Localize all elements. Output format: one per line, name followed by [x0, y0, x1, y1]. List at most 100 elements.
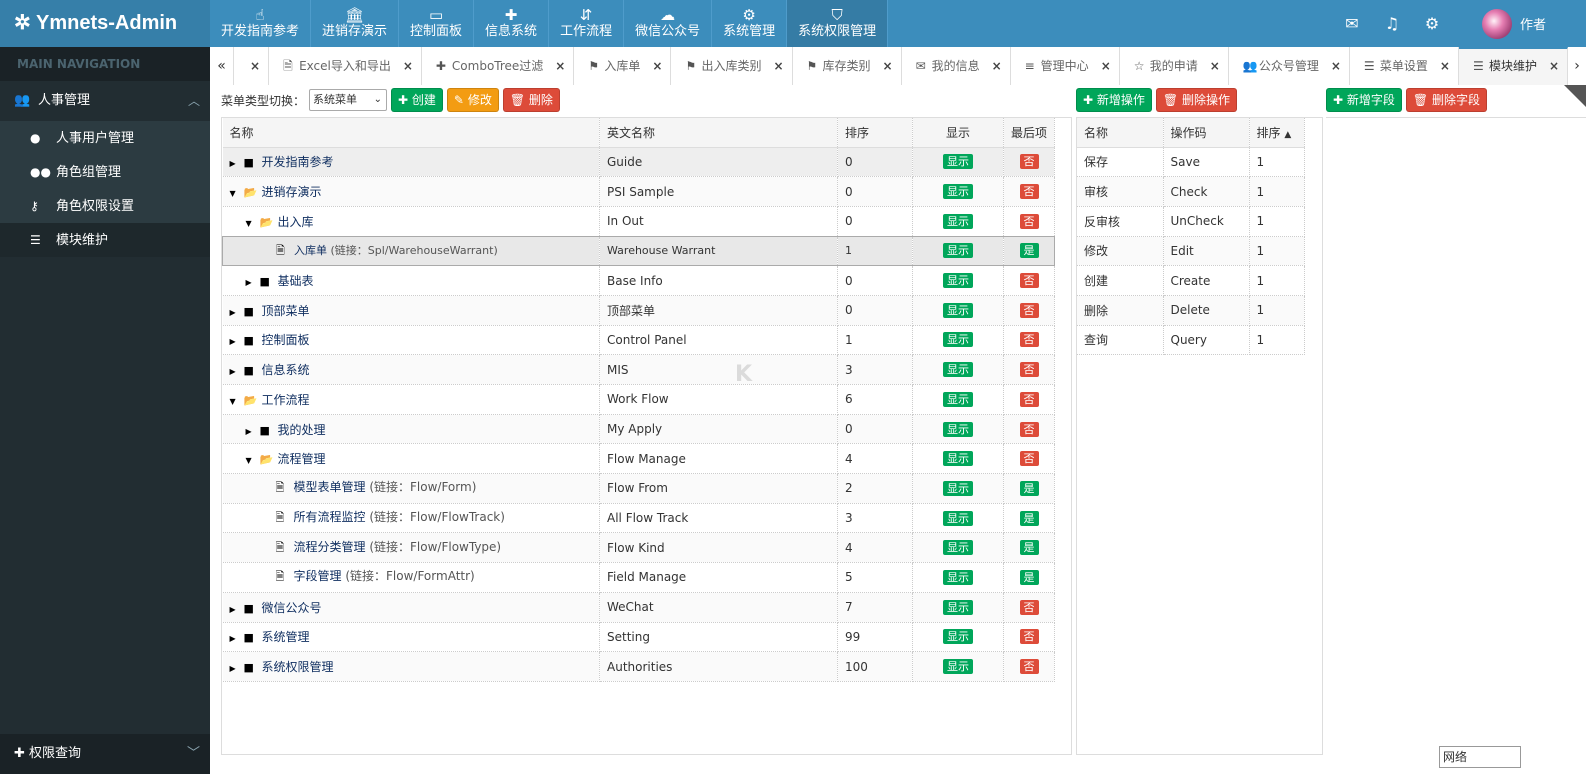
caret-right-icon[interactable]: ▶ [230, 367, 244, 376]
column-header-show[interactable]: 显示 [912, 118, 1004, 148]
table-row[interactable]: 创建 Create 1 [1077, 265, 1305, 296]
column-header-op-name[interactable]: 名称 [1077, 118, 1164, 148]
caret-right-icon[interactable]: ▶ [230, 634, 244, 643]
envelope-icon[interactable]: ✉ [1332, 14, 1372, 33]
bell-icon[interactable]: ♫ [1372, 14, 1412, 33]
close-icon[interactable]: × [1549, 49, 1559, 83]
caret-right-icon[interactable]: ▶ [230, 337, 244, 346]
column-header-name[interactable]: 名称 [222, 118, 600, 148]
close-icon[interactable]: × [992, 47, 1002, 85]
close-icon[interactable]: × [1440, 47, 1450, 85]
table-row[interactable]: 审核 Check 1 [1077, 176, 1305, 207]
tab-1[interactable]: 🗎 Excel导入和导出 × [269, 47, 422, 85]
tab-3[interactable]: ⚑ 入库单 × [574, 47, 672, 85]
close-icon[interactable]: × [555, 47, 565, 85]
tab-scroll-right-icon[interactable]: › [1568, 47, 1586, 85]
topnav-item-1[interactable]: 🏛 进销存演示 [311, 0, 400, 47]
caret-right-icon[interactable]: ▶ [246, 278, 260, 287]
table-row[interactable]: ▼ 📂 流程管理 Flow Manage 4 显示 否 [222, 443, 1055, 475]
table-row[interactable]: 🗎 字段管理 (链接：Flow/FormAttr) Field Manage 5 显示 是 [222, 562, 1055, 593]
close-icon[interactable]: × [883, 47, 893, 85]
add-operation-button[interactable]: ✚ 新增操作 [1076, 88, 1152, 112]
close-icon[interactable]: × [1210, 47, 1220, 85]
table-row[interactable]: ▶ ■ 信息系统 MIS 3 显示 否 [222, 354, 1055, 385]
sidebar-item-module-maintenance[interactable]: ☰ 模块维护 [0, 223, 210, 257]
sidebar-item-role-permissions[interactable]: ⚷ 角色权限设置 [0, 189, 210, 223]
create-button[interactable]: ✚ 创建 [391, 88, 443, 112]
caret-down-icon[interactable]: ▼ [230, 397, 244, 406]
close-icon[interactable]: × [1331, 47, 1341, 85]
delete-field-button[interactable]: 🗑 删除字段 [1405, 88, 1487, 112]
caret-right-icon[interactable]: ▶ [230, 159, 244, 168]
sidebar-group-hr[interactable]: 👥 人事管理 ︿ [0, 81, 210, 121]
column-header-op-sort[interactable]: 排序 ▲ [1249, 118, 1305, 148]
tab-11[interactable]: ☰ 模块维护 × [1458, 47, 1569, 85]
table-row[interactable]: ▼ 📂 工作流程 Work Flow 6 显示 否 [222, 384, 1055, 415]
tab-5[interactable]: ⚑ 库存类别 × [792, 47, 902, 85]
sidebar-item-user-management[interactable]: ● 人事用户管理 [0, 121, 210, 155]
table-row[interactable]: ▼ 📂 出入库 In Out 0 显示 否 [222, 206, 1055, 237]
table-row[interactable]: 保存 Save 1 [1077, 147, 1305, 178]
close-icon[interactable]: × [652, 47, 662, 85]
table-row[interactable]: 查询 Query 1 [1077, 325, 1305, 356]
delete-button[interactable]: 🗑 删除 [502, 88, 560, 112]
add-field-button[interactable]: ✚ 新增字段 [1326, 88, 1402, 112]
tab-4[interactable]: ⚑ 出入库类别 × [671, 47, 793, 85]
column-header-last[interactable]: 最后项 [1003, 118, 1055, 148]
tab-2[interactable]: ✚ ComboTree过滤 × [421, 47, 575, 85]
caret-right-icon[interactable]: ▶ [230, 605, 244, 614]
column-header-sort[interactable]: 排序 [837, 118, 913, 148]
avatar[interactable] [1481, 8, 1512, 39]
delete-operation-button[interactable]: 🗑 删除操作 [1155, 88, 1237, 112]
table-row[interactable]: 删除 Delete 1 [1077, 295, 1305, 326]
table-row[interactable]: 🗎 入库单 (链接：Spl/WarehouseWarrant) Warehouse … [222, 236, 1055, 267]
close-icon[interactable]: × [1101, 47, 1111, 85]
close-icon[interactable]: × [773, 47, 783, 85]
table-row[interactable]: ▶ ■ 我的处理 My Apply 0 显示 否 [222, 414, 1055, 445]
close-icon[interactable]: × [250, 47, 260, 85]
tab-6[interactable]: ✉ 我的信息 × [901, 47, 1011, 85]
table-row[interactable]: ▼ 📂 进销存演示 PSI Sample 0 显示 否 [222, 176, 1055, 207]
table-row[interactable]: 🗎 所有流程监控 (链接：Flow/FlowTrack) All Flow Trac… [222, 503, 1055, 534]
sidebar-item-permission-query[interactable]: ✚ 权限查询 ﹀ [0, 734, 210, 774]
topnav-item-2[interactable]: ▭ 控制面板 [399, 0, 475, 47]
table-row[interactable]: 🗎 流程分类管理 (链接：Flow/FlowType) Flow Kind 4 显示 是 [222, 532, 1055, 564]
tab-0[interactable]: × [234, 47, 270, 85]
tab-10[interactable]: ☰ 菜单设置 × [1349, 47, 1459, 85]
caret-right-icon[interactable]: ▶ [246, 427, 260, 436]
column-header-english-name[interactable]: 英文名称 [599, 118, 838, 148]
table-row[interactable]: 反审核 UnCheck 1 [1077, 206, 1305, 237]
topnav-item-3[interactable]: ✚ 信息系统 [474, 0, 550, 47]
topnav-item-7[interactable]: ⛉ 系统权限管理 [787, 0, 889, 47]
caret-down-icon[interactable]: ▼ [246, 456, 260, 465]
caret-down-icon[interactable]: ▼ [230, 189, 244, 198]
edit-button[interactable]: ✎ 修改 [446, 88, 499, 112]
tab-9[interactable]: 👥公众号管理 × [1228, 47, 1350, 85]
sidebar-item-role-groups[interactable]: ●● 角色组管理 [0, 155, 210, 189]
caret-right-icon[interactable]: ▶ [230, 664, 244, 673]
menu-type-select[interactable]: 系统菜单 ⌄ [309, 89, 388, 111]
caret-right-icon[interactable]: ▶ [230, 308, 244, 317]
gears-icon[interactable]: ⚙ [1412, 14, 1452, 33]
table-row[interactable]: 🗎 模型表单管理 (链接：Flow/Form) Flow From 2 显示 是 [222, 473, 1055, 504]
topnav-item-4[interactable]: ⇵ 工作流程 [549, 0, 625, 47]
topnav-item-6[interactable]: ⚙ 系统管理 [712, 0, 788, 47]
tab-8[interactable]: ☆ 我的申请 × [1119, 47, 1229, 85]
column-header-op-code[interactable]: 操作码 [1163, 118, 1250, 148]
table-row[interactable]: ▶ ■ 系统权限管理 Authorities 100 显示 否 [222, 651, 1055, 682]
caret-down-icon[interactable]: ▼ [246, 219, 260, 228]
table-row[interactable]: ▶ ■ 基础表 Base Info 0 显示 否 [222, 265, 1055, 296]
table-row[interactable]: ▶ ■ 顶部菜单 顶部菜单 0 显示否 [222, 295, 1055, 326]
table-row[interactable]: ▶ ■ 微信公众号 WeChat 7 显示 否 [222, 592, 1055, 623]
user-name[interactable]: 作者 [1520, 14, 1546, 33]
app-logo[interactable]: ✲ Ymnets-Admin [0, 0, 210, 47]
close-icon[interactable]: × [403, 47, 413, 85]
topnav-item-0[interactable]: ☝ 开发指南参考 [210, 0, 312, 47]
table-row[interactable]: ▶ ■ 系统管理 Setting 99 显示 否 [222, 622, 1055, 653]
tab-7[interactable]: ≡ 管理中心 × [1010, 47, 1120, 85]
tab-scroll-left-icon[interactable]: « [210, 47, 234, 85]
topnav-item-5[interactable]: ☁ 微信公众号 [624, 0, 713, 47]
table-row[interactable]: ▶ ■ 控制面板 Control Panel 1 显示 否 [222, 325, 1055, 356]
table-row[interactable]: 修改 Edit 1 [1077, 236, 1305, 267]
table-row[interactable]: ▶ ■ 开发指南参考 Guide 0 显示 否 [222, 147, 1055, 178]
